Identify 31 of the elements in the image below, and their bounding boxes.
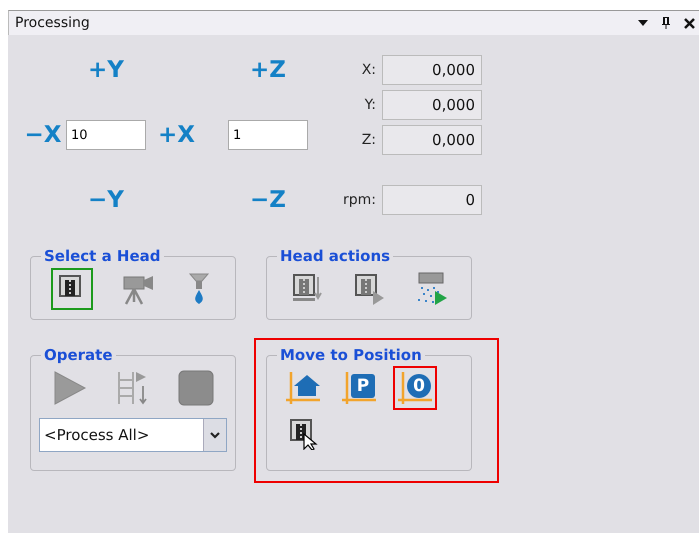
group-title: Select a Head [43,247,162,265]
chevron-down-icon [210,432,220,438]
jog-button[interactable]: +Z [250,57,286,83]
tool-button[interactable] [50,268,93,310]
jog-button[interactable]: −Z [250,187,286,213]
play-icon [52,370,88,406]
jog-button[interactable]: −X [24,122,62,148]
group-title: Move to Position [279,346,423,364]
dropdown-icon[interactable] [638,20,648,26]
jog-button[interactable]: +Y [88,57,124,83]
panel-title: Processing [15,15,90,31]
step-field[interactable]: 1 [228,120,308,150]
close-icon[interactable] [684,18,695,28]
jog-button[interactable]: −Y [88,187,124,213]
pin-icon[interactable] [662,17,670,29]
readout-field: 0,000 [382,90,482,120]
step-field[interactable]: 10 [66,120,146,150]
dispenser-icon [187,271,212,307]
readout-label: X: [360,62,376,78]
readout-label: Z: [360,132,376,148]
jog-button[interactable]: +X [158,122,196,148]
readout-field: 0,000 [382,55,482,85]
home-icon [285,370,321,406]
readout-field: 0,000 [382,125,482,155]
readout-field: 0 [382,185,482,215]
stop-icon [178,370,214,406]
readout-label: rpm: [342,192,376,208]
readout-label: Y: [364,97,376,113]
group-title: Head actions [279,247,392,265]
process-dropdown[interactable]: <Process All> [39,418,227,452]
group-title: Operate [43,346,114,364]
